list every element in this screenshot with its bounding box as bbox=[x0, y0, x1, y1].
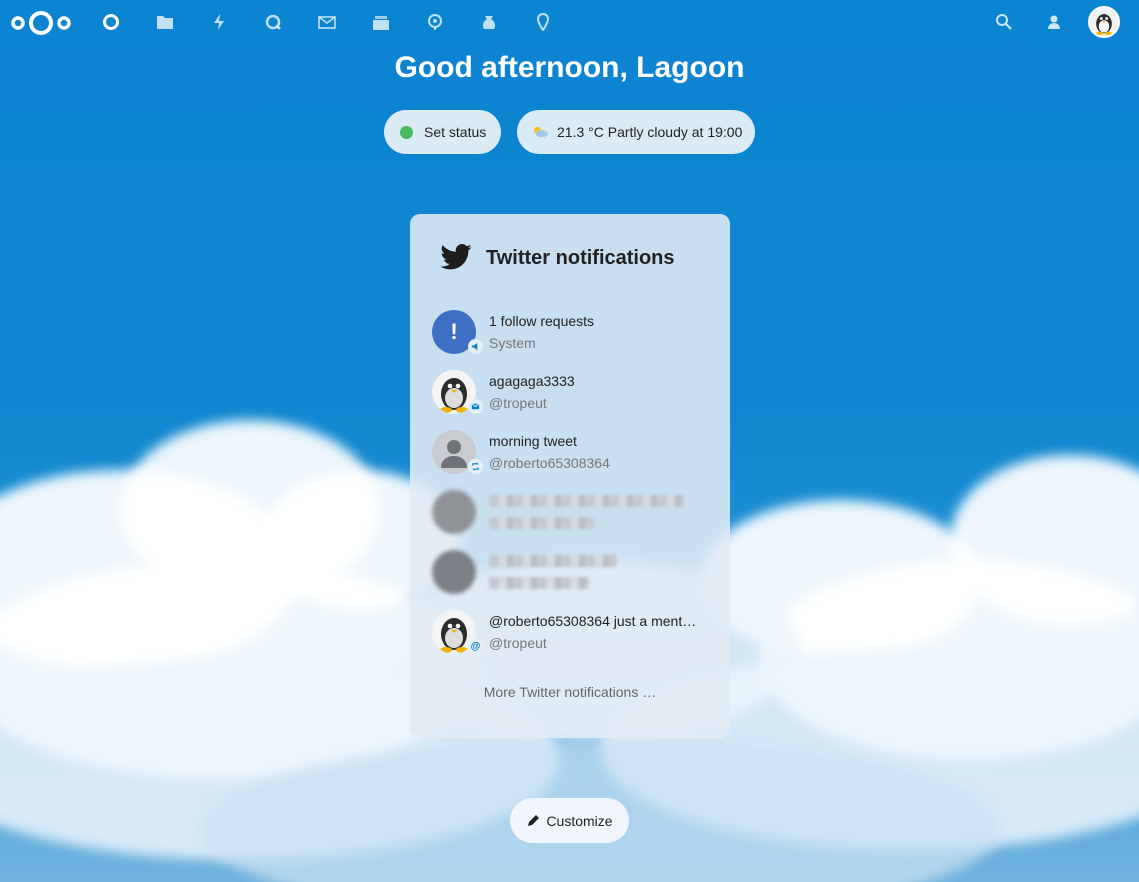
customize-button[interactable]: Customize bbox=[510, 798, 629, 843]
customize-label: Customize bbox=[546, 812, 613, 829]
blurred-notification-item[interactable] bbox=[432, 547, 722, 597]
notification-title: @roberto65308364 just a ment… bbox=[489, 613, 697, 629]
megaphone-icon bbox=[468, 339, 483, 354]
retweet-icon bbox=[468, 459, 483, 474]
blurred-title bbox=[489, 555, 617, 567]
online-status-dot bbox=[400, 125, 413, 139]
blurred-avatar bbox=[432, 490, 476, 534]
partly-cloudy-icon bbox=[533, 126, 548, 138]
files-icon[interactable] bbox=[154, 11, 176, 33]
dashboard-icon[interactable] bbox=[100, 11, 122, 33]
top-header bbox=[0, 0, 1139, 46]
blurred-avatar bbox=[432, 550, 476, 594]
notification-title: agagaga3333 bbox=[489, 373, 575, 389]
more-twitter-notifications-link[interactable]: More Twitter notifications … bbox=[410, 684, 730, 700]
search-icon[interactable] bbox=[993, 11, 1015, 33]
widget-title: Twitter notifications bbox=[486, 247, 675, 269]
maps-icon[interactable] bbox=[424, 11, 446, 33]
notification-subtitle: @roberto65308364 bbox=[489, 455, 610, 471]
nextcloud-logo[interactable] bbox=[10, 9, 72, 37]
user-avatar[interactable] bbox=[1088, 6, 1120, 38]
cospend-icon[interactable] bbox=[478, 11, 500, 33]
contacts-icon[interactable] bbox=[1043, 11, 1065, 33]
blurred-notification-item[interactable] bbox=[432, 487, 722, 537]
notification-item[interactable]: morning tweet @roberto65308364 bbox=[432, 427, 722, 477]
notification-subtitle: @tropeut bbox=[489, 395, 547, 411]
twitter-icon bbox=[440, 244, 472, 270]
deck-icon[interactable] bbox=[370, 11, 392, 33]
notification-title: 1 follow requests bbox=[489, 313, 595, 329]
mention-icon: @ bbox=[468, 639, 483, 654]
notification-item[interactable]: agagaga3333 @tropeut bbox=[432, 367, 722, 417]
notification-subtitle: @tropeut bbox=[489, 635, 547, 651]
blurred-title bbox=[489, 495, 684, 507]
activity-icon[interactable] bbox=[208, 11, 230, 33]
weather-label: 21.3 °C Partly cloudy at 19:00 bbox=[557, 124, 743, 140]
greeting-heading: Good afternoon, Lagoon bbox=[394, 51, 745, 84]
set-status-button[interactable]: Set status bbox=[384, 110, 501, 154]
notification-item[interactable]: ! 1 follow requests System bbox=[432, 307, 722, 357]
blurred-subtitle bbox=[489, 577, 589, 589]
notification-title: morning tweet bbox=[489, 433, 577, 449]
pencil-icon bbox=[528, 814, 540, 826]
weather-button[interactable]: 21.3 °C Partly cloudy at 19:00 bbox=[517, 110, 755, 154]
location-icon[interactable] bbox=[532, 11, 554, 33]
blurred-subtitle bbox=[489, 517, 594, 529]
set-status-label: Set status bbox=[424, 124, 487, 140]
notification-item[interactable]: @ @roberto65308364 just a ment… @tropeut bbox=[432, 607, 722, 657]
talk-icon[interactable] bbox=[262, 11, 284, 33]
notification-subtitle: System bbox=[489, 335, 536, 351]
twitter-widget: Twitter notifications ! 1 follow request… bbox=[410, 214, 730, 738]
message-icon bbox=[468, 399, 483, 414]
mail-icon[interactable] bbox=[316, 11, 338, 33]
